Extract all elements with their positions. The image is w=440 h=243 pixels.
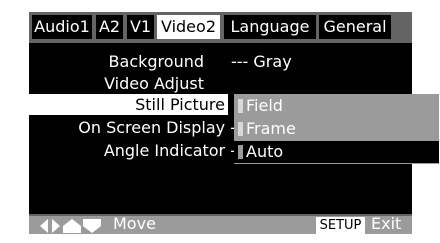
tab-audio1[interactable]: Audio1: [32, 15, 92, 39]
still-picture-row[interactable]: Still Picture: [29, 94, 228, 115]
video-adjust-label[interactable]: Video Adjust: [104, 73, 204, 94]
still-picture-label: Still Picture: [135, 95, 225, 114]
option-marker-icon: [238, 99, 243, 113]
option-field[interactable]: Field: [234, 95, 439, 117]
option-marker-icon: [238, 145, 243, 159]
tab-language[interactable]: Language: [224, 15, 316, 39]
option-auto[interactable]: Auto: [234, 141, 439, 163]
still-picture-submenu: Field Frame Auto: [234, 94, 439, 164]
tab-general[interactable]: General: [319, 15, 391, 39]
up-arrow-icon: [63, 219, 81, 233]
setup-button[interactable]: SETUP: [316, 217, 365, 234]
background-label[interactable]: Background: [109, 51, 204, 72]
down-arrow-icon: [83, 219, 101, 233]
bottom-bar: Move SETUP Exit: [29, 214, 412, 234]
on-screen-display-label[interactable]: On Screen Displaу -: [78, 117, 236, 138]
option-marker-icon: [238, 122, 243, 136]
angle-indicator-label[interactable]: Angle Indicator -: [104, 140, 236, 161]
move-hint: Move: [113, 214, 156, 233]
right-arrow-icon: [52, 219, 60, 233]
tab-a2[interactable]: A2: [96, 15, 123, 39]
option-frame[interactable]: Frame: [234, 118, 439, 140]
left-arrow-icon: [40, 219, 48, 233]
tab-bar: Audio1 A2 V1 Video2 Language General: [29, 12, 412, 43]
tab-video2[interactable]: Video2: [157, 15, 220, 39]
nav-arrows-icon: [40, 219, 101, 233]
tab-v1[interactable]: V1: [127, 15, 154, 39]
dvd-setup-menu: Audio1 A2 V1 Video2 Language General Bac…: [29, 12, 439, 234]
exit-hint: Exit: [371, 214, 402, 233]
background-value: --- Gray: [231, 52, 292, 71]
